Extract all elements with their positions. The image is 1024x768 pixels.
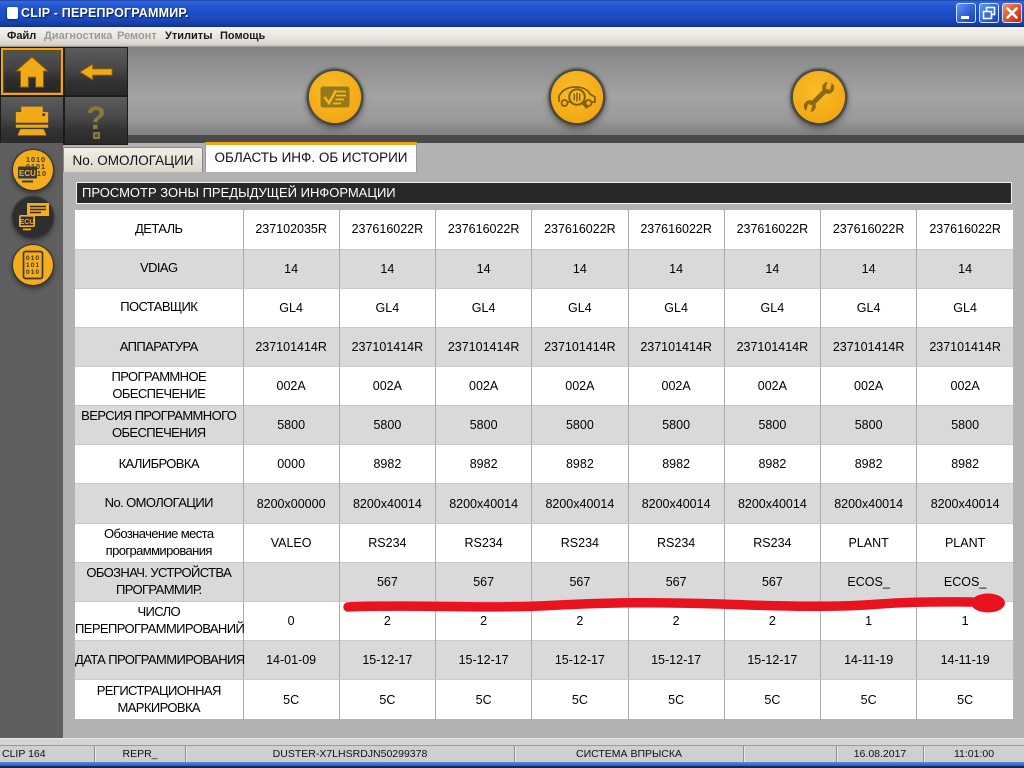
- svg-text:101: 101: [26, 262, 40, 269]
- svg-text:10: 10: [37, 169, 47, 178]
- svg-text:ECU: ECU: [19, 169, 36, 178]
- svg-text:ECU: ECU: [20, 219, 35, 226]
- svg-text:010: 010: [26, 269, 40, 276]
- svg-text:?: ?: [86, 102, 106, 136]
- svg-text:010: 010: [26, 255, 40, 262]
